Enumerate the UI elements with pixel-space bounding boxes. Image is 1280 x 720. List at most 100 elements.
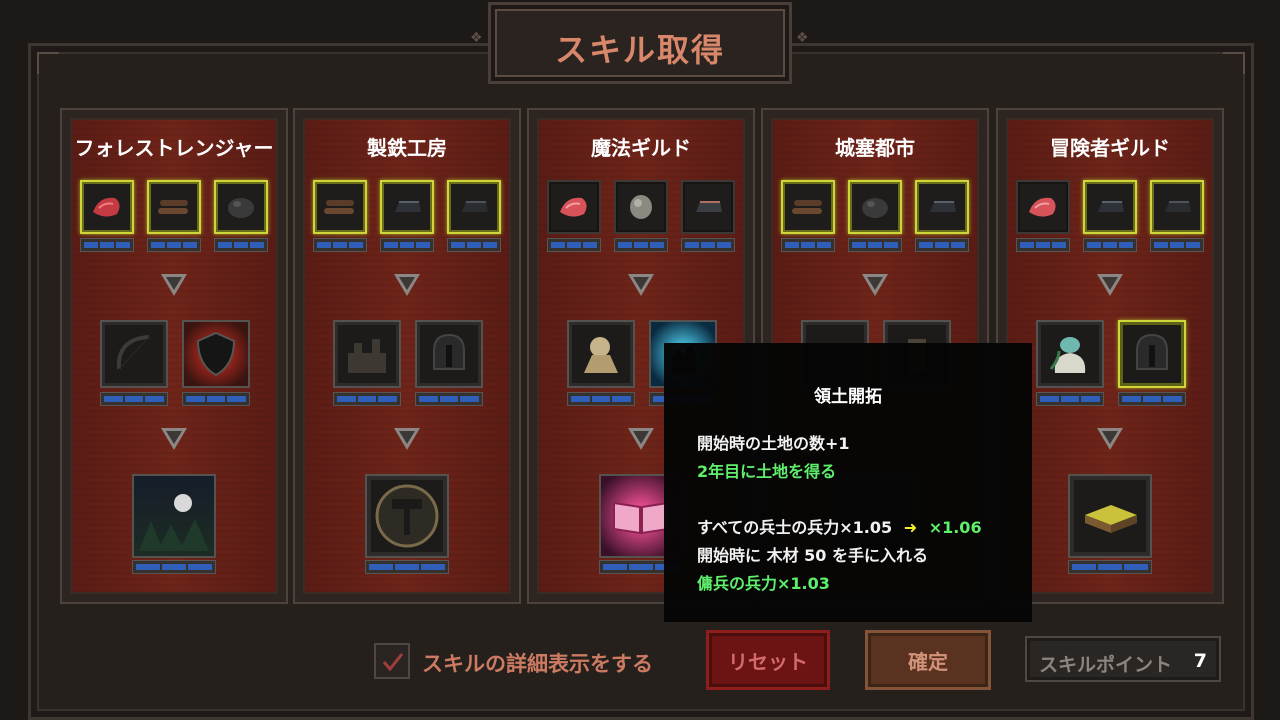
coal-icon [850,182,900,232]
skill-shield-slot[interactable] [182,320,250,388]
tooltip-bonus-line: 2年目に土地を得る [697,462,837,481]
tree-arrow-icon [1097,428,1123,450]
meat-resource-slot[interactable] [547,180,601,234]
skill-moonlit-forest-slot[interactable] [132,474,216,558]
skill-fountain-slot[interactable] [1036,320,1104,388]
tooltip-title: 領土開拓 [814,387,882,407]
resource-progress-bar [915,238,969,252]
ornament-icon: ❖ [470,30,483,46]
skill-progress-bar [100,392,168,406]
resource-progress-bar [214,238,268,252]
stone-icon [616,182,666,232]
skill-progress-bar [1118,392,1186,406]
fountain-icon [1038,322,1102,386]
tree-arrow-icon [1097,274,1123,296]
moonlit-forest-icon [134,476,214,556]
frame-corner [37,52,59,74]
detail-display-label[interactable]: スキルの詳細表示をする [422,648,653,678]
land-tile-icon [1070,476,1150,556]
skill-progress-bar [567,392,635,406]
coal-resource-slot[interactable] [848,180,902,234]
iron-ingot-icon [382,182,432,232]
tooltip-effect-line: 開始時に 木材 50 を手に入れる [697,546,928,565]
hammer-icon [367,476,447,556]
wood-logs-icon [315,182,365,232]
iron-ingot-icon [1085,182,1135,232]
tooltip-effect-line: 開始時の土地の数+1 [697,434,850,453]
coal-resource-slot[interactable] [214,180,268,234]
panel-title: 冒険者ギルド [1050,136,1170,160]
skill-progress-bar [333,392,401,406]
resource-progress-bar [614,238,668,252]
wood-logs-icon [149,182,199,232]
wood-resource-slot[interactable] [781,180,835,234]
skill-tooltip: 領土開拓 開始時の土地の数+1 2年目に土地を得る すべての兵士の兵力×1.05… [664,343,1032,622]
resource-progress-bar [447,238,501,252]
resource-progress-bar [80,238,134,252]
meat-icon [82,182,132,232]
tree-arrow-icon [628,274,654,296]
tree-arrow-icon [628,428,654,450]
tree-arrow-icon [394,274,420,296]
confirm-button[interactable]: 確定 [865,630,991,690]
panel-title: 城塞都市 [835,136,915,160]
skill-castle-slot[interactable] [333,320,401,388]
ornament-icon: ❖ [796,30,809,46]
skill-hammer-slot[interactable] [365,474,449,558]
detail-display-checkbox[interactable] [374,643,410,679]
tooltip-bonus-line: 傭兵の兵力×1.03 [697,574,830,593]
resource-progress-bar [781,238,835,252]
shield-icon [184,322,248,386]
skill-progress-bar [182,392,250,406]
skill-land-tile-slot[interactable] [1068,474,1152,558]
iron-ingot-icon [449,182,499,232]
resource-progress-bar [380,238,434,252]
tree-arrow-icon [161,428,187,450]
skill-progress-bar [132,560,216,574]
iron-ingot-icon [917,182,967,232]
iron-resource-slot[interactable] [1150,180,1204,234]
tooltip-new-value: ×1.06 [928,518,982,537]
meat-resource-slot[interactable] [80,180,134,234]
castle-icon [335,322,399,386]
tree-arrow-icon [862,274,888,296]
helmet-icon [417,322,481,386]
skill-helmet-slot[interactable] [1118,320,1186,388]
resource-progress-bar [147,238,201,252]
skill-progress-bar [1036,392,1104,406]
tree-arrow-icon [394,428,420,450]
iron-resource-slot[interactable] [380,180,434,234]
bow-icon [102,322,166,386]
skill-golem-slot[interactable] [567,320,635,388]
title-plate: スキル取得 [488,2,792,84]
resource-progress-bar [313,238,367,252]
golem-icon [569,322,633,386]
iron-ingot-icon [1152,182,1202,232]
skill-points-value: 7 [1193,650,1207,672]
iron-resource-slot[interactable] [447,180,501,234]
resource-progress-bar [547,238,601,252]
reset-button[interactable]: リセット [706,630,830,690]
skill-points-label: スキルポイント [1039,654,1173,676]
resource-progress-bar [1083,238,1137,252]
wood-resource-slot[interactable] [313,180,367,234]
tooltip-current-value: すべての兵士の兵力×1.05 [697,518,893,537]
skill-tree-panel-ironworks: 製鉄工房 [293,108,521,604]
skill-progress-bar [415,392,483,406]
skill-progress-bar [365,560,449,574]
resource-progress-bar [681,238,735,252]
skill-bow-slot[interactable] [100,320,168,388]
meat-icon [1018,182,1068,232]
iron-resource-slot[interactable] [915,180,969,234]
iron-resource-slot[interactable] [681,180,735,234]
resource-progress-bar [1150,238,1204,252]
skill-helmet-slot[interactable] [415,320,483,388]
coal-icon [216,182,266,232]
stone-resource-slot[interactable] [614,180,668,234]
wood-resource-slot[interactable] [147,180,201,234]
skill-points-display: スキルポイント 7 [1025,636,1221,682]
meat-resource-slot[interactable] [1016,180,1070,234]
iron-resource-slot[interactable] [1083,180,1137,234]
iron-ingot-icon [683,182,733,232]
tooltip-upgrade-line: すべての兵士の兵力×1.05 ➜ ×1.06 [697,514,982,538]
